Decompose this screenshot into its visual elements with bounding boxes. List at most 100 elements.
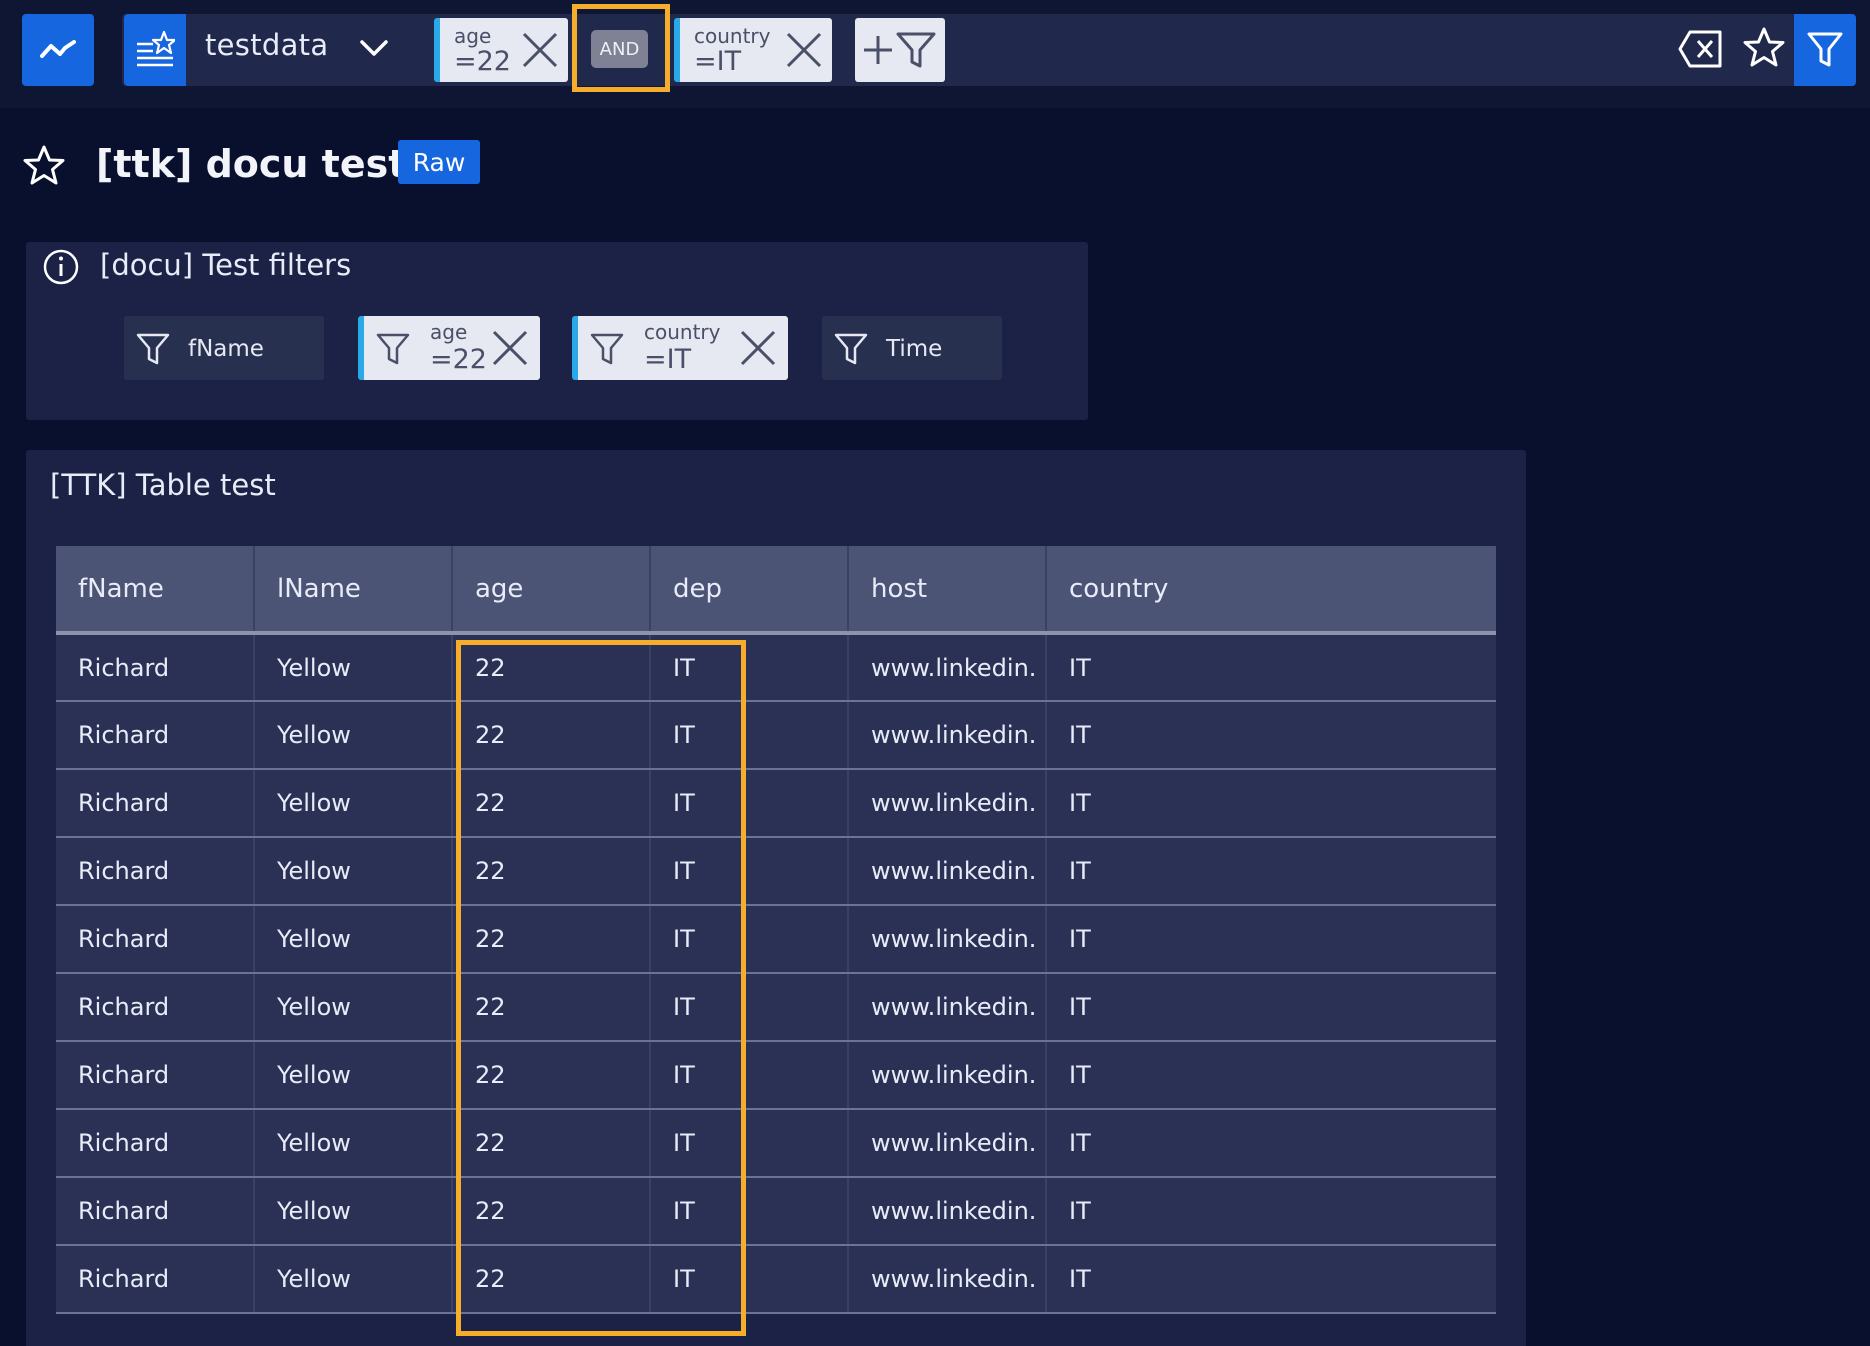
- cell-country: IT: [1046, 1109, 1496, 1178]
- cell-age: 22: [452, 973, 651, 1042]
- filter-chip-value: =IT: [644, 344, 692, 375]
- cell-lname: Yellow: [254, 1245, 453, 1314]
- filter-toggle-button[interactable]: [1794, 14, 1856, 86]
- cell-age: 22: [452, 905, 651, 974]
- datasource-icon: [137, 30, 175, 67]
- table-row[interactable]: Richard Yellow 22 IT www.linkedin. IT: [56, 905, 1496, 974]
- filter-chip-time[interactable]: Time: [822, 316, 1002, 380]
- filter-chip-country[interactable]: country =IT: [572, 316, 788, 380]
- cell-dep: IT: [650, 1177, 849, 1246]
- filter-chip-fname[interactable]: fName: [124, 316, 324, 380]
- cell-lname: Yellow: [254, 1041, 453, 1110]
- topbar-filter-age[interactable]: age =22: [434, 18, 568, 82]
- cell-lname: Yellow: [254, 1109, 453, 1178]
- filter-chip-key: country: [644, 320, 721, 344]
- filter-icon: [376, 333, 410, 365]
- filter-key: country: [694, 24, 771, 48]
- cell-host: www.linkedin.: [848, 1109, 1047, 1178]
- cell-country: IT: [1046, 973, 1496, 1042]
- cell-host: www.linkedin.: [848, 769, 1047, 838]
- cell-host: www.linkedin.: [848, 1041, 1047, 1110]
- close-icon[interactable]: [784, 30, 824, 70]
- datasource-button[interactable]: [124, 14, 186, 86]
- close-icon[interactable]: [738, 328, 778, 368]
- cell-lname: Yellow: [254, 973, 453, 1042]
- table-row[interactable]: Richard Yellow 22 IT www.linkedin. IT: [56, 769, 1496, 838]
- column-header-lname[interactable]: lName: [254, 546, 453, 635]
- table-body: Richard Yellow 22 IT www.linkedin. IT Richard Y…: [56, 633, 1496, 1314]
- cell-age: 22: [452, 633, 651, 702]
- filter-icon: [590, 333, 624, 365]
- close-icon[interactable]: [490, 328, 530, 368]
- chevron-down-icon[interactable]: [358, 32, 390, 64]
- info-icon[interactable]: [42, 248, 80, 286]
- cell-dep: IT: [650, 701, 849, 770]
- close-icon[interactable]: [520, 30, 560, 70]
- and-operator-button[interactable]: AND: [591, 30, 648, 68]
- cell-lname: Yellow: [254, 905, 453, 974]
- table-header-row: fName lName age dep host country: [56, 546, 1496, 635]
- cell-country: IT: [1046, 1041, 1496, 1110]
- cell-country: IT: [1046, 1177, 1496, 1246]
- cell-dep: IT: [650, 1109, 849, 1178]
- cell-host: www.linkedin.: [848, 633, 1047, 702]
- cell-host: www.linkedin.: [848, 837, 1047, 906]
- cell-fname: Richard: [56, 769, 255, 838]
- raw-badge[interactable]: Raw: [398, 140, 480, 184]
- cell-dep: IT: [650, 905, 849, 974]
- cell-lname: Yellow: [254, 701, 453, 770]
- cell-lname: Yellow: [254, 769, 453, 838]
- topbar-filter-country[interactable]: country =IT: [674, 18, 832, 82]
- datasource-name[interactable]: testdata: [205, 28, 328, 62]
- cell-age: 22: [452, 769, 651, 838]
- filter-icon: [136, 333, 170, 365]
- filter-value: =IT: [694, 46, 742, 77]
- table-row[interactable]: Richard Yellow 22 IT www.linkedin. IT: [56, 837, 1496, 906]
- cell-dep: IT: [650, 633, 849, 702]
- filter-key: age: [454, 24, 492, 48]
- app-menu-button[interactable]: [22, 14, 94, 86]
- table-row[interactable]: Richard Yellow 22 IT www.linkedin. IT: [56, 1245, 1496, 1314]
- cell-fname: Richard: [56, 1177, 255, 1246]
- favorite-star-icon[interactable]: [22, 144, 66, 188]
- column-header-host[interactable]: host: [848, 546, 1047, 635]
- filter-chip-label: fName: [188, 336, 264, 362]
- column-header-fname[interactable]: fName: [56, 546, 255, 635]
- cell-country: IT: [1046, 837, 1496, 906]
- table-row[interactable]: Richard Yellow 22 IT www.linkedin. IT: [56, 701, 1496, 770]
- star-icon[interactable]: [1742, 26, 1786, 70]
- data-table: fName lName age dep host country Richard…: [56, 546, 1496, 1314]
- filter-icon: [1807, 32, 1843, 67]
- cell-lname: Yellow: [254, 837, 453, 906]
- cell-country: IT: [1046, 701, 1496, 770]
- line-chart-icon: [40, 40, 76, 58]
- page-title: [ttk] docu test: [96, 142, 407, 186]
- cell-fname: Richard: [56, 1245, 255, 1314]
- cell-age: 22: [452, 1177, 651, 1246]
- table-row[interactable]: Richard Yellow 22 IT www.linkedin. IT: [56, 973, 1496, 1042]
- clear-filters-icon[interactable]: [1678, 28, 1724, 70]
- table-row[interactable]: Richard Yellow 22 IT www.linkedin. IT: [56, 1109, 1496, 1178]
- filter-chip-age[interactable]: age =22: [358, 316, 540, 380]
- column-header-dep[interactable]: dep: [650, 546, 849, 635]
- filter-chip-label: Time: [886, 336, 943, 362]
- cell-lname: Yellow: [254, 633, 453, 702]
- column-header-age[interactable]: age: [452, 546, 651, 635]
- table-row[interactable]: Richard Yellow 22 IT www.linkedin. IT: [56, 633, 1496, 702]
- cell-country: IT: [1046, 769, 1496, 838]
- table-row[interactable]: Richard Yellow 22 IT www.linkedin. IT: [56, 1041, 1496, 1110]
- cell-age: 22: [452, 1041, 651, 1110]
- cell-host: www.linkedin.: [848, 973, 1047, 1042]
- cell-host: www.linkedin.: [848, 1245, 1047, 1314]
- table-row[interactable]: Richard Yellow 22 IT www.linkedin. IT: [56, 1177, 1496, 1246]
- filter-chip-value: =22: [430, 344, 487, 375]
- cell-dep: IT: [650, 837, 849, 906]
- cell-fname: Richard: [56, 701, 255, 770]
- cell-fname: Richard: [56, 837, 255, 906]
- cell-host: www.linkedin.: [848, 701, 1047, 770]
- filters-panel-title: [docu] Test filters: [100, 248, 352, 282]
- cell-dep: IT: [650, 769, 849, 838]
- column-header-country[interactable]: country: [1046, 546, 1496, 635]
- cell-fname: Richard: [56, 905, 255, 974]
- add-filter-button[interactable]: [855, 18, 945, 82]
